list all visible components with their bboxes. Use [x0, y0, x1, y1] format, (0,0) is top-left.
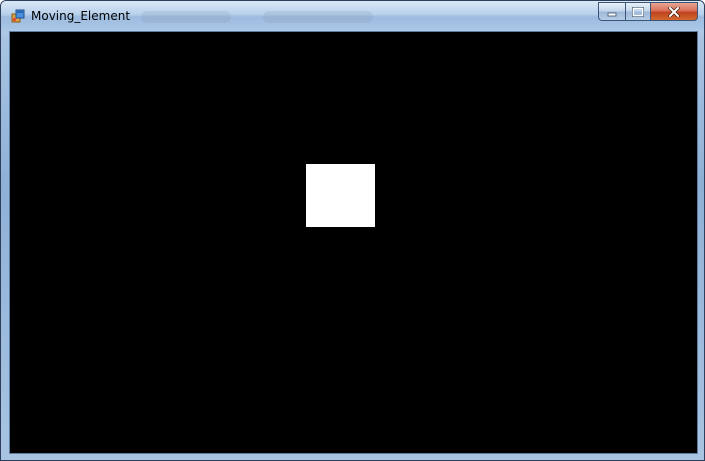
caption-buttons	[598, 2, 698, 21]
window-title: Moving_Element	[31, 9, 131, 23]
windows-form-icon[interactable]	[11, 9, 25, 23]
titlebar-background-blur	[263, 11, 373, 23]
titlebar-background-blur	[141, 11, 231, 23]
close-button[interactable]	[651, 2, 698, 21]
moving-element[interactable]	[306, 164, 375, 227]
minimize-icon	[607, 12, 617, 16]
minimize-button[interactable]	[598, 2, 625, 21]
maximize-icon	[632, 6, 644, 17]
close-icon	[668, 6, 680, 17]
app-window: Moving_Element	[0, 0, 705, 461]
title-bar[interactable]: Moving_Element	[1, 1, 704, 30]
maximize-button[interactable]	[625, 2, 651, 21]
client-area[interactable]	[9, 31, 698, 454]
